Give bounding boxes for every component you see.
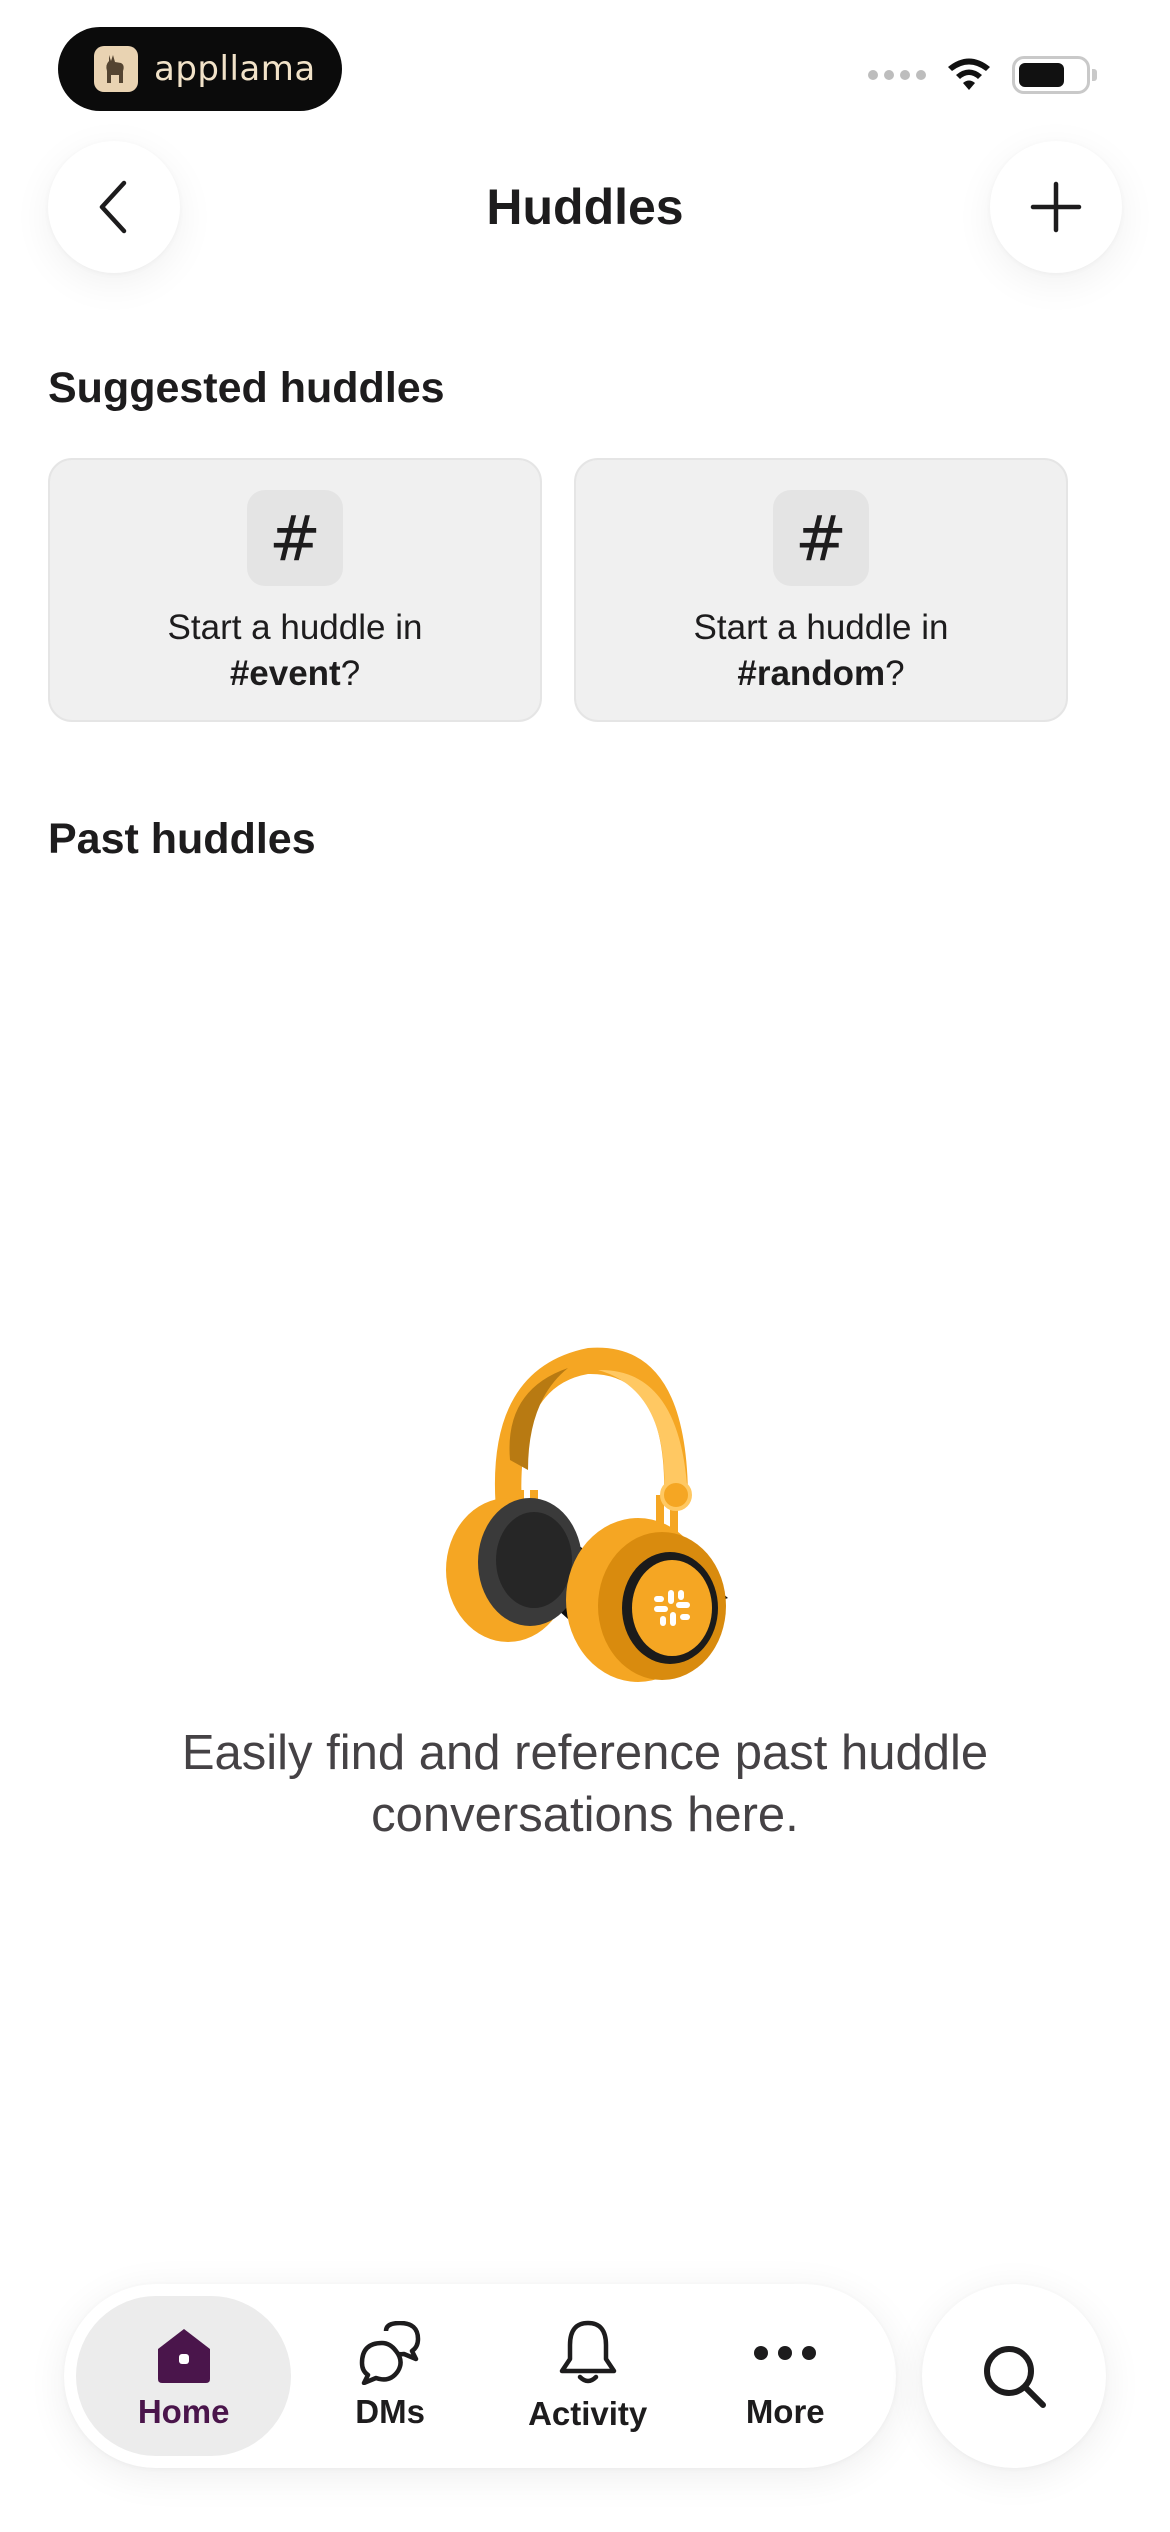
signal-dots-icon: [868, 70, 926, 80]
card-prompt: Start a huddle in: [693, 608, 949, 647]
status-icons: [868, 56, 1097, 94]
nav-label-activity: Activity: [528, 2395, 648, 2432]
battery-icon: [1012, 56, 1097, 94]
search-button[interactable]: [922, 2284, 1106, 2468]
nav-item-dms[interactable]: DMs: [291, 2296, 489, 2456]
suggested-huddle-cards: # Start a huddle in #event? # Start a hu…: [48, 458, 1068, 722]
card-question-mark: ?: [885, 654, 905, 693]
home-icon: [157, 2329, 210, 2383]
suggested-huddles-title: Suggested huddles: [48, 364, 445, 412]
plus-icon: [1030, 181, 1082, 233]
llama-logo-icon: [94, 46, 138, 92]
nav-label-dms: DMs: [355, 2393, 425, 2430]
app-brand-pill: appllama: [58, 27, 342, 111]
more-dots-icon: [754, 2346, 817, 2360]
card-channel-line: #random?: [737, 654, 904, 694]
channel-hash-icon: #: [773, 490, 869, 586]
bottom-nav: Home DMs Activity More: [64, 2284, 896, 2468]
card-prompt: Start a huddle in: [167, 608, 423, 647]
empty-state-message: Easily find and reference past huddle co…: [181, 1726, 989, 1842]
channel-hash-icon: #: [247, 490, 343, 586]
suggested-huddle-card-event[interactable]: # Start a huddle in #event?: [48, 458, 542, 722]
card-channel-line: #event?: [230, 654, 360, 694]
card-channel-name: #random: [737, 654, 886, 693]
nav-item-home[interactable]: Home: [76, 2296, 292, 2456]
add-huddle-button[interactable]: [990, 141, 1122, 273]
nav-label-more: More: [745, 2393, 825, 2430]
card-question-mark: ?: [340, 654, 361, 693]
dms-icon: [359, 2321, 421, 2385]
nav-item-activity[interactable]: Activity: [489, 2296, 687, 2456]
wifi-icon: [948, 58, 990, 90]
headphones-illustration: [446, 1347, 728, 1682]
bell-icon: [559, 2320, 616, 2384]
search-icon: [984, 2346, 1046, 2408]
nav-item-more[interactable]: More: [686, 2296, 884, 2456]
past-huddles-title: Past huddles: [48, 815, 316, 863]
suggested-huddle-card-random[interactable]: # Start a huddle in #random?: [574, 458, 1068, 722]
nav-label-home: Home: [137, 2393, 230, 2430]
card-channel-name: #event: [229, 654, 341, 693]
brand-name: appllama: [154, 49, 316, 89]
